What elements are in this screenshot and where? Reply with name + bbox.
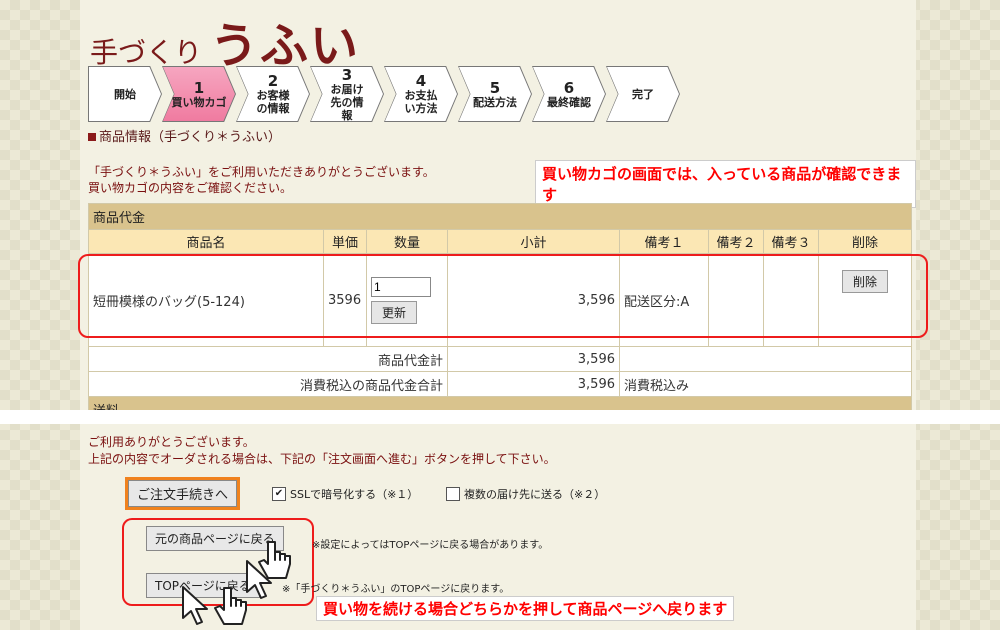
tax-total-row: 消費税込の商品代金合計 3,596 消費税込み xyxy=(88,371,912,397)
intro-text: 「手づくり＊うふい」をご利用いただきありがとうございます。 買い物カゴの内容をご… xyxy=(88,165,435,195)
ssl-option[interactable]: ✔ SSLで暗号化する（※１） xyxy=(272,486,418,502)
step-delivery: 3 お届け先の情報 xyxy=(310,66,384,122)
price-section-label: 商品代金 xyxy=(88,203,912,230)
checkout-panel: ご利用ありがとうございます。 上記の内容でオーダされる場合は、下記の「注文画面へ… xyxy=(80,424,916,630)
top-note: ※「手づくり＊うふい」のTOPページに戻ります。 xyxy=(282,584,510,595)
step-payment: 4 お支払い方法 xyxy=(384,66,458,122)
step-confirm: 6 最終確認 xyxy=(532,66,606,122)
ssl-checkbox[interactable]: ✔ xyxy=(272,487,286,501)
square-bullet-icon xyxy=(88,133,96,141)
multi-address-option[interactable]: 複数の届け先に送る（※２） xyxy=(446,486,605,502)
highlight-item-row xyxy=(78,254,928,338)
step-customer: 2 お客様の情報 xyxy=(236,66,310,122)
callout-return: 買い物を続ける場合どちらかを押して商品ページへ戻ります xyxy=(316,596,735,621)
callout-cart: 買い物カゴの画面では、入っている商品が確認できます xyxy=(535,160,916,208)
table-header: 商品名 単価 数量 小計 備考１ 備考２ 備考３ 削除 xyxy=(88,229,912,254)
site-logo[interactable]: 手づくり うふい xyxy=(90,6,360,74)
step-cart: 1 買い物カゴ xyxy=(162,66,236,122)
cart-panel: 手づくり うふい 開始 1 買い物カゴ 2 お客様の情報 3 お届け先の情報 4 お支払… xyxy=(80,0,916,423)
step-shipping: 5 配送方法 xyxy=(458,66,532,122)
section-title: 商品情報（手づくり＊うふい） xyxy=(88,126,281,145)
step-start: 開始 xyxy=(88,66,162,122)
checkout-steps: 開始 1 買い物カゴ 2 お客様の情報 3 お届け先の情報 4 お支払い方法 5 配送方法… xyxy=(88,66,680,122)
arrow-cursor-icon xyxy=(182,586,208,625)
order-procedure-button[interactable]: ご注文手続きへ xyxy=(124,477,241,510)
multi-address-checkbox[interactable] xyxy=(446,487,460,501)
hand-cursor-icon xyxy=(214,587,247,625)
thanks-text: ご利用ありがとうございます。 上記の内容でオーダされる場合は、下記の「注文画面へ… xyxy=(88,435,556,466)
subtotal-row: 商品代金計 3,596 xyxy=(88,346,912,372)
step-complete: 完了 xyxy=(606,66,680,122)
divider xyxy=(0,410,1000,424)
back-note: ※設定によってはTOPページに戻る場合があります。 xyxy=(312,540,549,551)
